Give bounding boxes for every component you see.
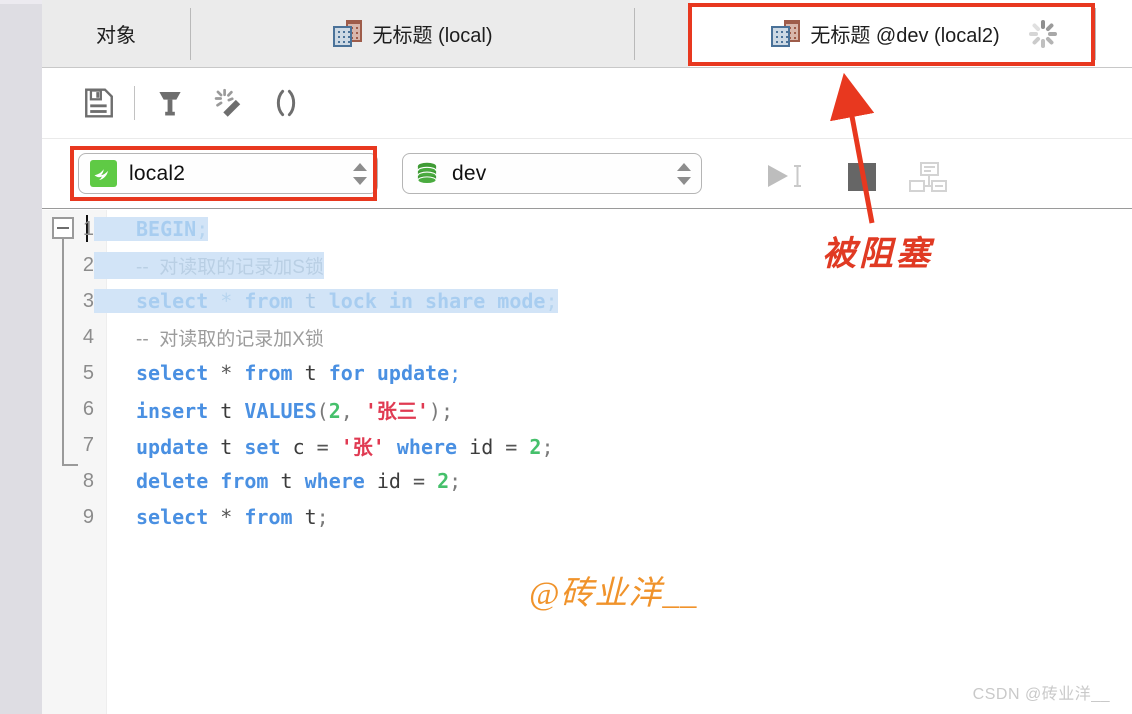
database-cylinder-icon bbox=[414, 160, 440, 187]
floppy-save-icon bbox=[85, 88, 113, 118]
tab-divider bbox=[634, 8, 635, 60]
code-line[interactable]: 4 -- 对读取的记录加X锁 bbox=[42, 319, 1132, 355]
connection-value: local2 bbox=[129, 161, 186, 185]
code-watermark: @砖业洋__ bbox=[529, 576, 698, 612]
parens-button[interactable] bbox=[257, 80, 315, 126]
line-code: insert t VALUES(2, '张三'); bbox=[136, 398, 454, 423]
line-code: -- 对读取的记录加S锁 bbox=[94, 251, 324, 279]
line-number: 9 bbox=[82, 505, 94, 528]
beautify-button[interactable] bbox=[141, 80, 199, 126]
tab-objects[interactable]: 对象 bbox=[42, 0, 190, 67]
line-number: 4 bbox=[82, 325, 94, 348]
connection-select[interactable]: local2 bbox=[78, 153, 378, 194]
line-code: BEGIN; bbox=[94, 217, 209, 241]
toolbar-divider bbox=[134, 86, 135, 120]
database-value: dev bbox=[452, 161, 487, 185]
rail-top-strip bbox=[0, 0, 42, 4]
code-line[interactable]: 7 update t set c = '张' where id = 2; bbox=[42, 427, 1132, 463]
tab-bar-gap bbox=[634, 0, 690, 67]
line-code: update t set c = '张' where id = 2; bbox=[136, 434, 554, 459]
line-number: 7 bbox=[82, 433, 94, 456]
database-select[interactable]: dev bbox=[402, 153, 702, 194]
line-number: 6 bbox=[82, 397, 94, 420]
line-number: 2 bbox=[82, 253, 94, 276]
csdn-watermark: CSDN @砖业洋__ bbox=[972, 686, 1110, 703]
tab-untitled-local[interactable]: 无标题 (local) bbox=[191, 0, 634, 67]
code-line[interactable]: 5 select * from t for update; bbox=[42, 355, 1132, 391]
connection-stepper-icon[interactable] bbox=[353, 161, 369, 187]
query-building-icon bbox=[770, 19, 801, 49]
loading-spinner-icon bbox=[1028, 19, 1058, 49]
code-lines[interactable]: 1 BEGIN; 2 -- 对读取的记录加S锁 3 select * from t loc… bbox=[42, 210, 1132, 714]
mysql-dolphin-icon bbox=[90, 160, 117, 187]
save-button[interactable] bbox=[70, 80, 128, 126]
dbeaver-window: 对象 无标题 (local) 无标题 @dev (local2) local2 … bbox=[0, 0, 1132, 714]
code-line[interactable]: 6 insert t VALUES(2, '张三'); bbox=[42, 391, 1132, 427]
format-button[interactable] bbox=[199, 80, 257, 126]
line-number: 5 bbox=[82, 361, 94, 384]
code-line[interactable]: 8 delete from t where id = 2; bbox=[42, 463, 1132, 499]
tab-untitled-local-label: 无标题 (local) bbox=[372, 25, 493, 47]
tab-objects-label: 对象 bbox=[96, 25, 136, 47]
tab-untitled-dev-local2[interactable]: 无标题 @dev (local2) bbox=[690, 0, 1132, 67]
line-code: select * from t for update; bbox=[136, 361, 462, 385]
line-code: delete from t where id = 2; bbox=[136, 469, 462, 493]
sql-editor[interactable]: 1 BEGIN; 2 -- 对读取的记录加S锁 3 select * from t loc… bbox=[42, 210, 1132, 714]
tab-divider bbox=[190, 8, 191, 60]
query-building-icon bbox=[332, 19, 363, 49]
code-line[interactable]: 9 select * from t; bbox=[42, 499, 1132, 535]
left-rail bbox=[0, 0, 42, 714]
editor-tab-bar: 对象 无标题 (local) 无标题 @dev (local2) bbox=[42, 0, 1132, 68]
line-number: 3 bbox=[82, 289, 94, 312]
database-stepper-icon[interactable] bbox=[677, 161, 693, 187]
line-code: select * from t lock in share mode; bbox=[94, 289, 558, 313]
hammer-icon bbox=[159, 91, 181, 116]
line-number: 1 bbox=[82, 217, 94, 240]
code-line[interactable]: 3 select * from t lock in share mode; bbox=[42, 283, 1132, 319]
annotation-blocked-label: 被阻塞 bbox=[822, 236, 933, 273]
line-number: 8 bbox=[82, 469, 94, 492]
magic-wand-icon bbox=[214, 88, 241, 117]
parentheses-icon bbox=[276, 89, 296, 117]
line-code: select * from t; bbox=[136, 505, 329, 529]
line-code: -- 对读取的记录加X锁 bbox=[136, 328, 324, 350]
tab-untitled-dev-local2-label: 无标题 @dev (local2) bbox=[810, 25, 1000, 47]
tab-divider bbox=[1095, 8, 1096, 60]
